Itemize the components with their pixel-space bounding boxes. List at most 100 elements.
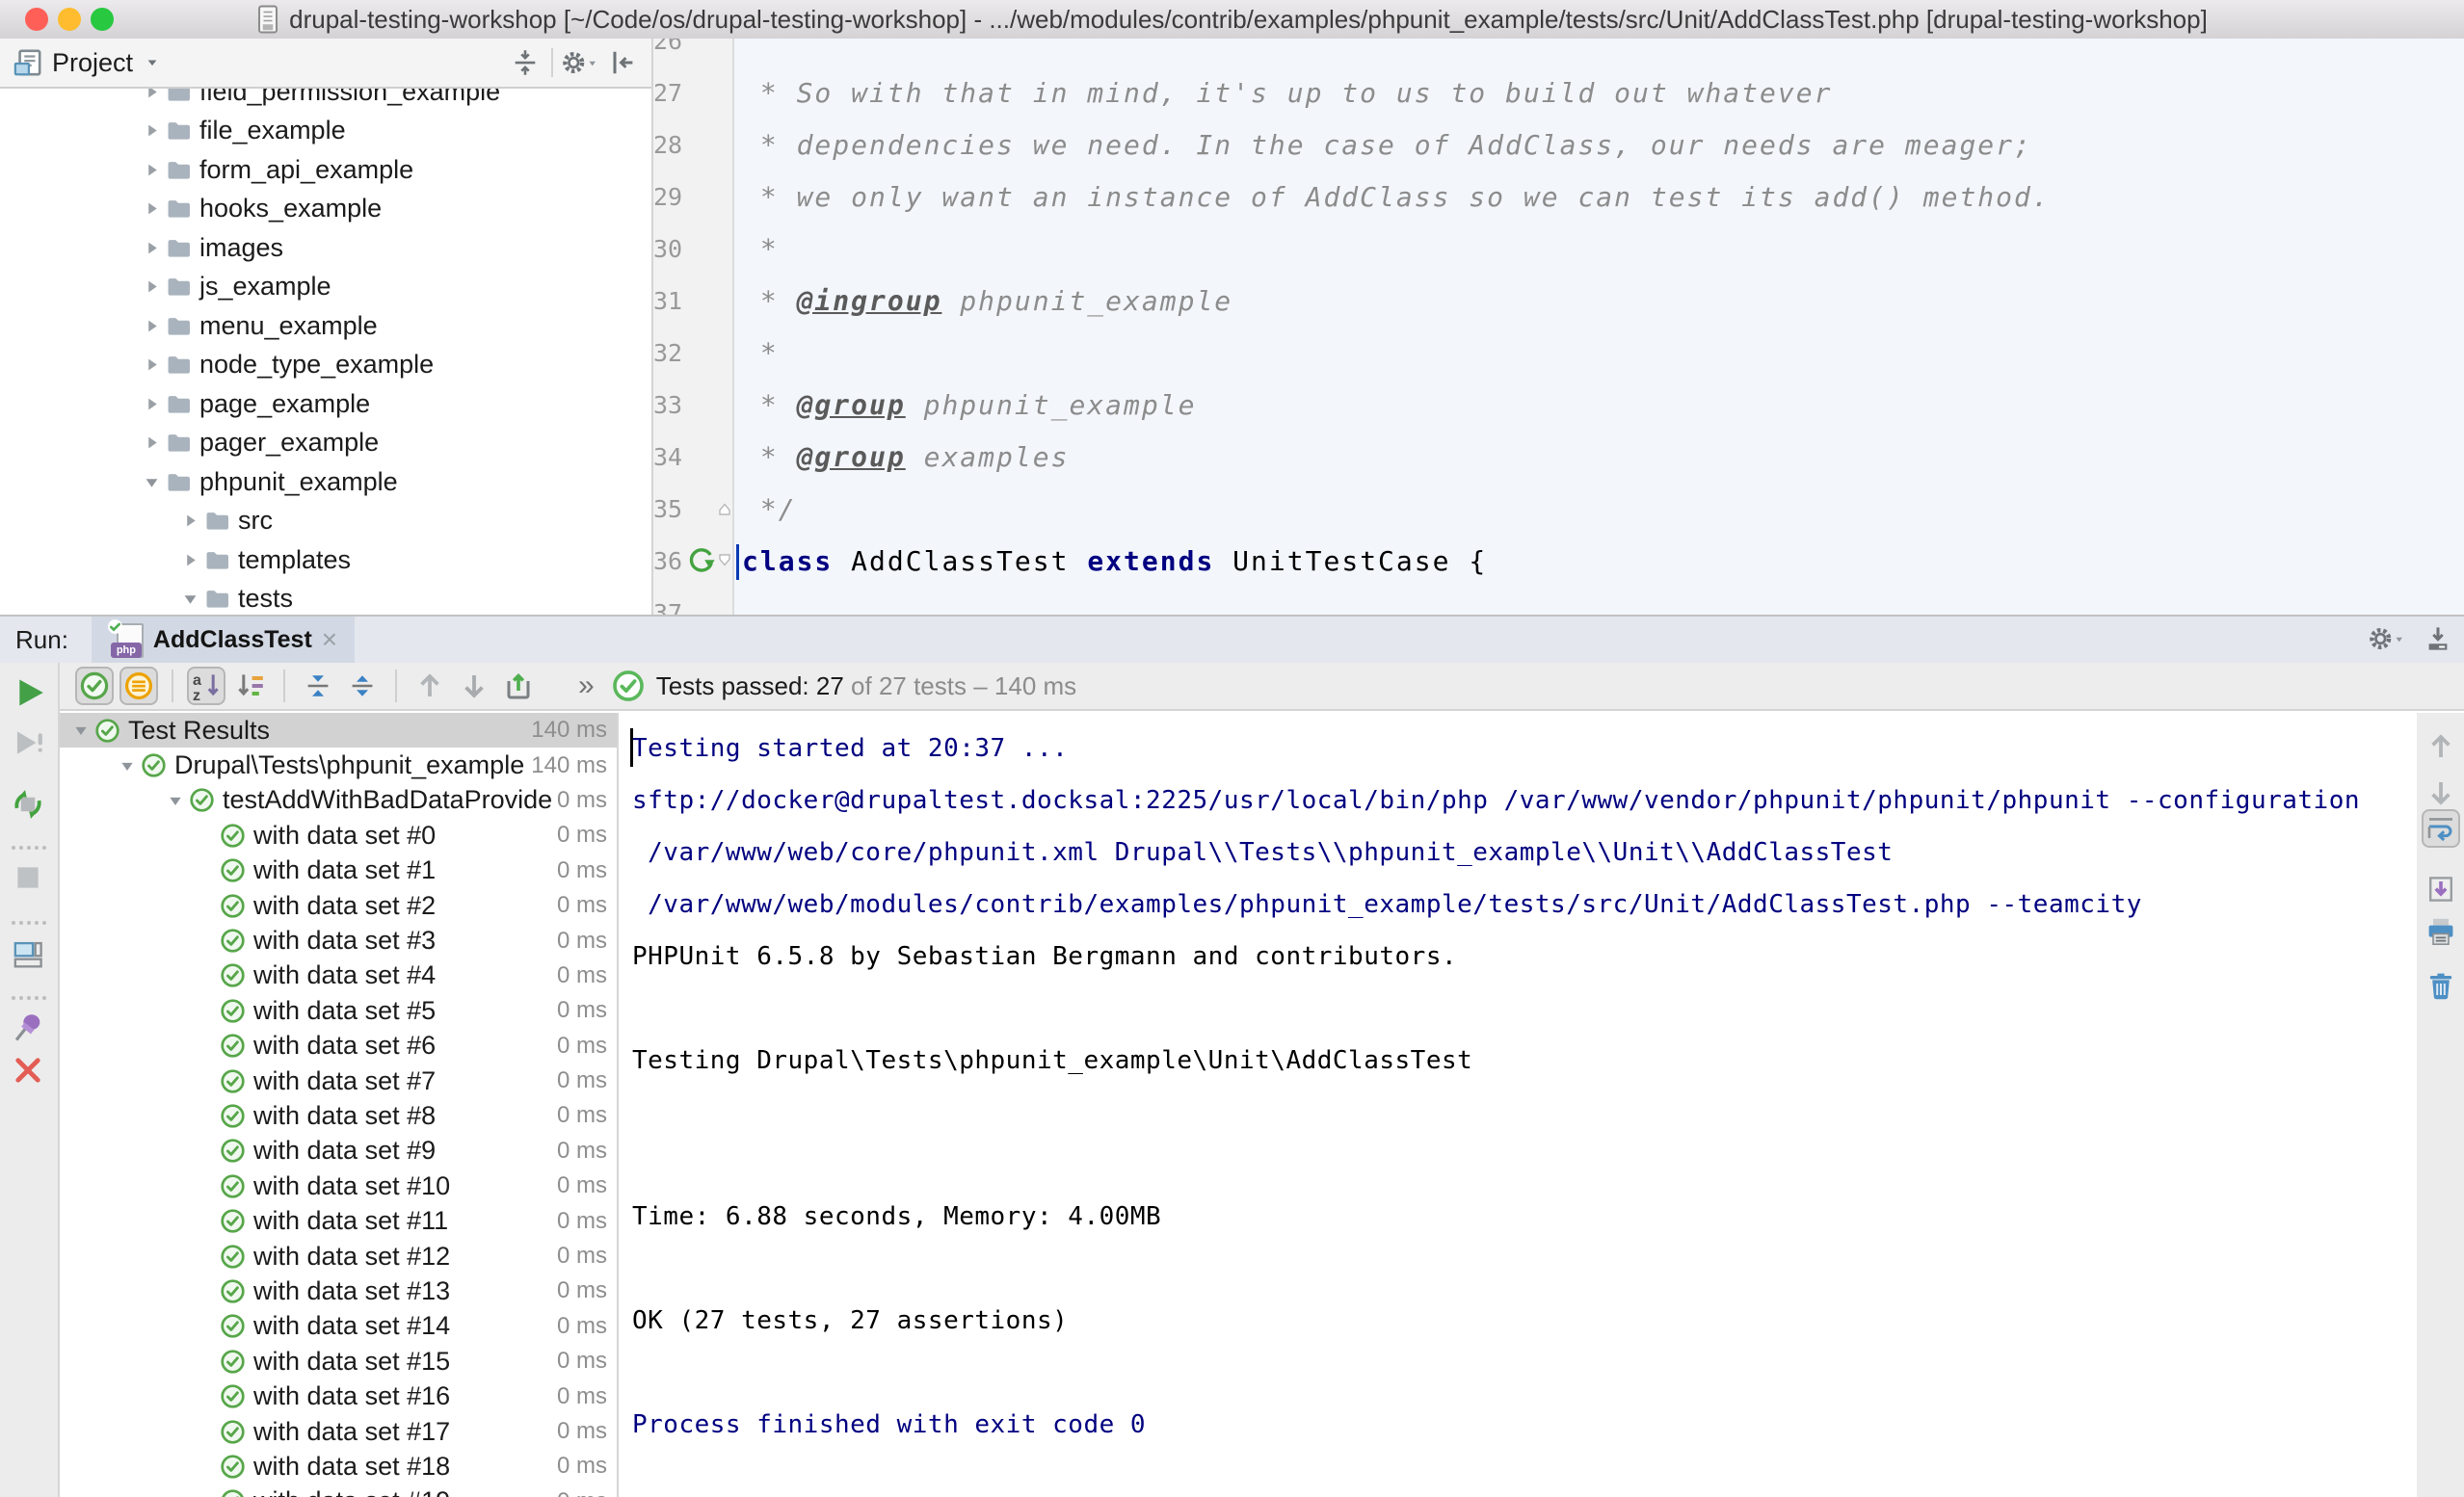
project-tree-item-field_permission_example[interactable]: field_permission_example bbox=[0, 89, 651, 112]
import-test-results-button[interactable] bbox=[499, 667, 538, 705]
toggle-auto-test-button[interactable] bbox=[12, 788, 48, 825]
run-tab-addclasstest[interactable]: php AddClassTest × bbox=[92, 617, 355, 663]
clear-all-button[interactable] bbox=[2422, 966, 2460, 1005]
test-tree-item-with-data-set-#9[interactable]: with data set #90 ms bbox=[60, 1134, 617, 1169]
hide-window-button[interactable] bbox=[2420, 620, 2456, 657]
expand-node-icon[interactable] bbox=[175, 550, 204, 570]
fold-start-icon[interactable] bbox=[717, 553, 732, 568]
test-name: with data set #7 bbox=[253, 1066, 436, 1096]
code-editor[interactable]: 2627 * So with that in mind, it's up to … bbox=[653, 39, 2464, 617]
project-tree-item-node_type_example[interactable]: node_type_example bbox=[0, 346, 651, 385]
run-test-icon[interactable] bbox=[686, 545, 717, 576]
settings-button[interactable] bbox=[561, 44, 597, 81]
expand-all-button[interactable] bbox=[299, 667, 337, 705]
test-tree-item-Drupal-Tests-phpunit-example[interactable]: Drupal\Tests\phpunit_example140 ms bbox=[60, 748, 617, 782]
console-line: Time: 6.88 seconds, Memory: 4.00MB bbox=[632, 1191, 2417, 1243]
restore-layout-icon bbox=[12, 938, 44, 971]
test-tree-item-with-data-set-#18[interactable]: with data set #180 ms bbox=[60, 1449, 617, 1484]
test-tree-item-with-data-set-#14[interactable]: with data set #140 ms bbox=[60, 1309, 617, 1344]
expand-node-icon[interactable] bbox=[137, 89, 166, 102]
arrow-up-button[interactable] bbox=[2422, 727, 2460, 766]
test-tree-item-with-data-set-#7[interactable]: with data set #70 ms bbox=[60, 1064, 617, 1098]
fold-end-icon[interactable] bbox=[717, 501, 732, 516]
rerun-button[interactable] bbox=[12, 674, 48, 711]
project-tree-item-page_example[interactable]: page_example bbox=[0, 384, 651, 424]
expand-node-icon[interactable] bbox=[137, 160, 166, 180]
close-window-button[interactable] bbox=[25, 8, 48, 31]
collapse-node-icon[interactable] bbox=[114, 756, 141, 775]
zoom-window-button[interactable] bbox=[91, 8, 114, 31]
test-tree-item-with-data-set-#19[interactable]: with data set #190 ms bbox=[60, 1484, 617, 1497]
collapse-all-button[interactable] bbox=[507, 44, 543, 81]
test-tree-item-with-data-set-#5[interactable]: with data set #50 ms bbox=[60, 993, 617, 1028]
test-tree-item-with-data-set-#17[interactable]: with data set #170 ms bbox=[60, 1414, 617, 1449]
test-passed-icon bbox=[220, 1208, 246, 1234]
test-tree-item-with-data-set-#3[interactable]: with data set #30 ms bbox=[60, 923, 617, 958]
test-tree-item-Test-Results[interactable]: Test Results140 ms bbox=[60, 713, 617, 748]
show-ignored-button[interactable] bbox=[119, 667, 158, 705]
toolbar-overflow-chevron[interactable]: » bbox=[578, 670, 595, 702]
project-tree-item-pager_example[interactable]: pager_example bbox=[0, 424, 651, 463]
project-panel-title[interactable]: Project bbox=[52, 48, 133, 78]
project-tree-item-file_example[interactable]: file_example bbox=[0, 112, 651, 151]
test-tree-item-with-data-set-#8[interactable]: with data set #80 ms bbox=[60, 1098, 617, 1133]
test-tree-item-with-data-set-#15[interactable]: with data set #150 ms bbox=[60, 1344, 617, 1379]
project-tree-item-src[interactable]: src bbox=[0, 502, 651, 541]
collapse-node-icon[interactable] bbox=[67, 721, 94, 740]
test-tree-item-with-data-set-#0[interactable]: with data set #00 ms bbox=[60, 818, 617, 853]
project-tree-item-form_api_example[interactable]: form_api_example bbox=[0, 150, 651, 190]
project-tree-item-images[interactable]: images bbox=[0, 228, 651, 268]
project-tree-item-js_example[interactable]: js_example bbox=[0, 268, 651, 307]
chevron-down-icon[interactable] bbox=[143, 53, 162, 72]
hide-panel-button[interactable] bbox=[605, 44, 642, 81]
test-passed-icon bbox=[220, 962, 246, 988]
test-tree-item-with-data-set-#1[interactable]: with data set #10 ms bbox=[60, 854, 617, 888]
expand-node-icon[interactable] bbox=[137, 433, 166, 453]
test-tree-item-with-data-set-#6[interactable]: with data set #60 ms bbox=[60, 1029, 617, 1064]
test-tree-item-with-data-set-#12[interactable]: with data set #120 ms bbox=[60, 1239, 617, 1274]
collapse-node-icon[interactable] bbox=[137, 472, 166, 492]
rerun-failed-tests-button[interactable] bbox=[12, 726, 48, 763]
project-tree-item-templates[interactable]: templates bbox=[0, 540, 651, 580]
test-tree-item-with-data-set-#16[interactable]: with data set #160 ms bbox=[60, 1379, 617, 1413]
project-tree-item-hooks_example[interactable]: hooks_example bbox=[0, 190, 651, 229]
arrow-down-button[interactable] bbox=[2422, 774, 2460, 812]
line-number: 27 bbox=[653, 67, 682, 119]
expand-node-icon[interactable] bbox=[137, 355, 166, 375]
test-tree-item-with-data-set-#10[interactable]: with data set #100 ms bbox=[60, 1169, 617, 1203]
expand-node-icon[interactable] bbox=[175, 511, 204, 531]
test-tree-item-with-data-set-#2[interactable]: with data set #20 ms bbox=[60, 888, 617, 923]
close-tab-icon[interactable]: × bbox=[322, 626, 337, 653]
collapse-node-icon[interactable] bbox=[162, 791, 189, 810]
pin-tab-button[interactable] bbox=[12, 1011, 48, 1048]
test-tree-item-with-data-set-#11[interactable]: with data set #110 ms bbox=[60, 1203, 617, 1238]
close-button[interactable] bbox=[12, 1054, 48, 1090]
sort-by-duration-button[interactable] bbox=[231, 667, 270, 705]
stop-button[interactable] bbox=[12, 861, 48, 898]
expand-node-icon[interactable] bbox=[137, 198, 166, 219]
restore-layout-button[interactable] bbox=[12, 938, 48, 975]
expand-node-icon[interactable] bbox=[137, 394, 166, 414]
project-tree-item-phpunit_example[interactable]: phpunit_example bbox=[0, 462, 651, 502]
collapse-node-icon[interactable] bbox=[175, 589, 204, 609]
test-tree-item-testAddWithBadDataProvider[interactable]: testAddWithBadDataProvider0 ms bbox=[60, 783, 617, 818]
settings-button[interactable] bbox=[2368, 620, 2404, 657]
soft-wrap-button[interactable] bbox=[2422, 809, 2460, 848]
show-passed-button[interactable] bbox=[75, 667, 114, 705]
expand-node-icon[interactable] bbox=[137, 238, 166, 258]
previous-occurrence-button[interactable] bbox=[411, 667, 449, 705]
expand-node-icon[interactable] bbox=[137, 316, 166, 336]
next-occurrence-button[interactable] bbox=[455, 667, 493, 705]
test-tree-item-with-data-set-#4[interactable]: with data set #40 ms bbox=[60, 959, 617, 993]
minimize-window-button[interactable] bbox=[58, 8, 81, 31]
scroll-to-end-button[interactable] bbox=[2422, 870, 2460, 908]
expand-node-icon[interactable] bbox=[137, 276, 166, 297]
print-button[interactable] bbox=[2422, 912, 2460, 951]
test-tree-item-with-data-set-#13[interactable]: with data set #130 ms bbox=[60, 1274, 617, 1308]
expand-node-icon[interactable] bbox=[137, 120, 166, 141]
project-tree-item-menu_example[interactable]: menu_example bbox=[0, 306, 651, 346]
collapse-all-button[interactable] bbox=[343, 667, 382, 705]
sort-alphabetically-button[interactable]: az bbox=[187, 667, 225, 705]
run-console[interactable]: Testing started at 20:37 ...sftp://docke… bbox=[617, 713, 2417, 1497]
project-tree-item-tests[interactable]: tests bbox=[0, 580, 651, 617]
